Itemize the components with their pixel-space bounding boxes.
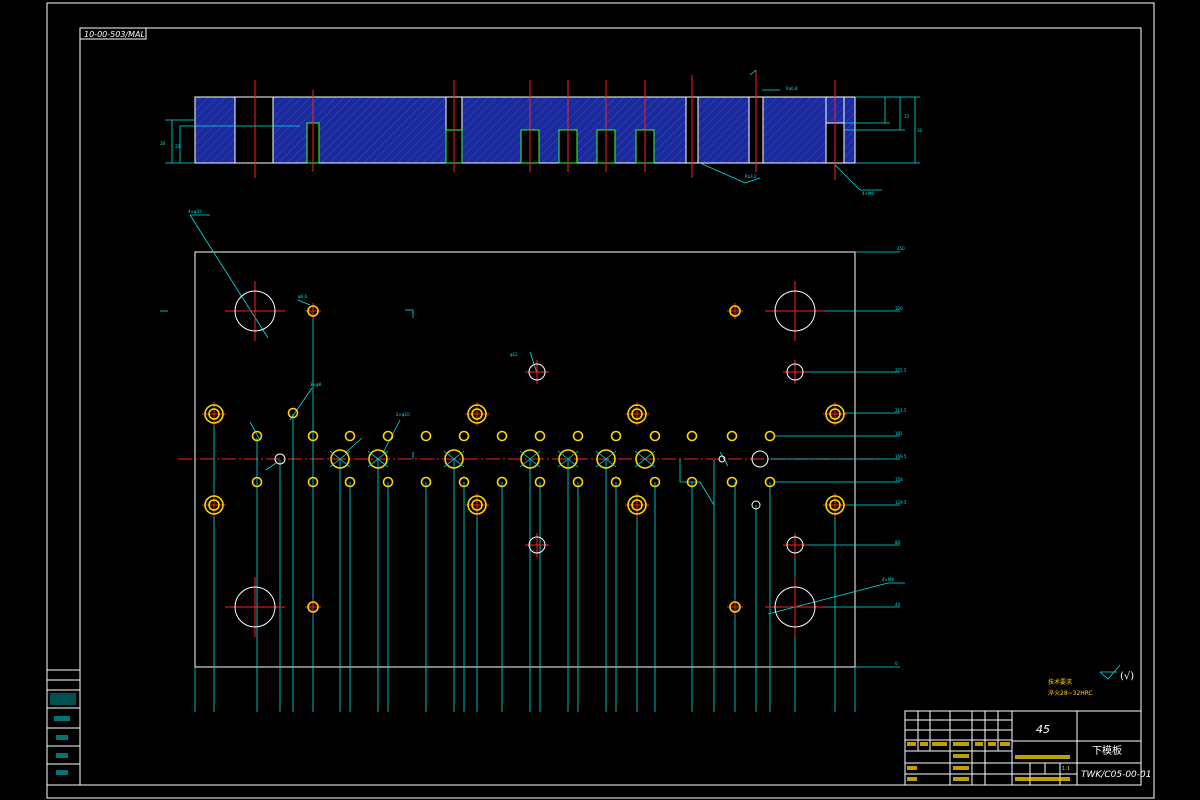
horizontal-dimension-lines [160,214,905,668]
svg-text:320: 320 [895,306,903,311]
small-holes-lower-row [251,476,776,488]
code-tag: 10-00-503/MAL [79,27,147,40]
svg-text:44: 44 [895,602,901,607]
svg-text:30: 30 [917,128,923,133]
svg-text:φ6.6: φ6.6 [298,294,307,299]
svg-text:4×M6: 4×M6 [862,191,874,196]
svg-text:129.5: 129.5 [895,500,907,505]
drawing-number-label: TWK/C05-00-01 [1081,770,1151,780]
svg-text:φ12: φ12 [510,352,518,357]
roughness-symbol: (√) [1099,664,1134,682]
scale-label: 1:1 [1062,766,1070,772]
tiny-dimension-labels: 350 320 275.5 211.5 181 169.5 158 129.5 … [188,209,907,666]
svg-text:80: 80 [895,540,901,545]
cad-drawing-canvas: 10-00-503/MAL 28 22 15 30 4×M6 Ra3.2 Ra0… [46,2,1155,799]
vertical-dimension-lines [194,318,856,712]
small-holes-upper-row [251,407,776,442]
material-label: 45 [1036,723,1050,736]
svg-text:10-00-503/MAL: 10-00-503/MAL [84,30,145,39]
svg-text:211.5: 211.5 [895,408,907,413]
title-block: 45 下模板 TWK/C05-00-01 1:1 [904,710,1151,786]
svg-text:3×φ8: 3×φ8 [310,382,322,387]
svg-text:技术要求: 技术要求 [1048,678,1072,686]
svg-text:淬火28~32HRC: 淬火28~32HRC [1048,689,1093,697]
svg-text:169.5: 169.5 [895,454,907,459]
svg-text:350: 350 [897,246,905,251]
svg-text:4×M8: 4×M8 [882,577,894,582]
svg-text:4×φ32: 4×φ32 [188,209,202,214]
svg-text:Ra0.8: Ra0.8 [786,86,798,91]
svg-text:158: 158 [895,477,903,482]
svg-text:28: 28 [160,141,166,146]
plan-view: 350 320 275.5 211.5 181 169.5 158 129.5 … [160,209,907,712]
technical-notes: 技术要求 淬火28~32HRC [1048,678,1093,697]
svg-text:2×φ10: 2×φ10 [396,412,410,417]
svg-text:15: 15 [904,114,910,119]
side-binding-strip [46,669,81,786]
part-name-label: 下模板 [1092,744,1122,757]
svg-text:0: 0 [895,661,898,666]
svg-text:Ra3.2: Ra3.2 [745,174,757,179]
svg-text:181: 181 [895,431,903,436]
svg-text:22: 22 [175,144,181,149]
section-view: 28 22 15 30 4×M6 Ra3.2 Ra0.8 [160,69,923,196]
svg-text:275.5: 275.5 [895,368,907,373]
svg-text:(√): (√) [1120,671,1134,682]
